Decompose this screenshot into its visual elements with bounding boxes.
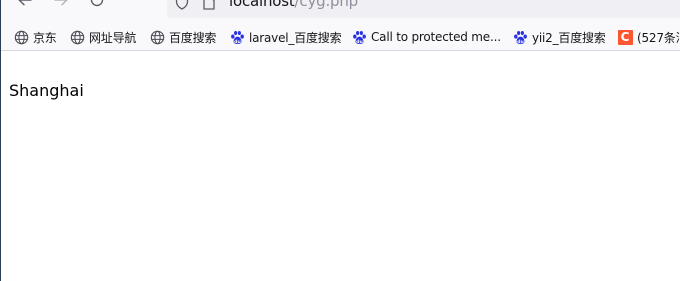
page-text: Shanghai (9, 81, 84, 100)
globe-icon (69, 29, 85, 45)
svg-text:du: du (234, 38, 241, 44)
baidu-paw-icon: du (229, 29, 245, 45)
arrow-right-icon (54, 0, 68, 6)
page-content: Shanghai (0, 51, 680, 281)
reload-icon (90, 0, 104, 7)
url-text[interactable]: localhost/cyg.php (229, 0, 358, 10)
baidu-paw-icon: du (351, 29, 367, 45)
bookmark-baidu-search[interactable]: 百度搜索 (149, 26, 216, 48)
reload-button[interactable] (85, 0, 109, 12)
bookmark-laravel-baidu[interactable]: du laravel_百度搜索 (229, 26, 342, 48)
bookmarks-toolbar: 京东 网址导航 百度搜索 du laravel_百度搜索 du Call to … (0, 24, 680, 51)
svg-text:du: du (517, 38, 524, 44)
bookmark-csdn[interactable]: C (527条消息 (617, 26, 680, 48)
bookmark-hao-navigation[interactable]: 网址导航 (69, 26, 136, 48)
bookmark-label: 百度搜索 (169, 30, 217, 45)
page-info-icon[interactable] (203, 0, 215, 14)
bookmark-label: Call to protected me... (371, 30, 501, 44)
window-edge (0, 0, 1, 281)
bookmark-yii2-baidu[interactable]: du yii2_百度搜索 (512, 26, 606, 48)
browser-window: localhost/cyg.php 京东 网址导航 百度搜索 du larave… (0, 0, 680, 281)
globe-icon (13, 29, 29, 45)
baidu-paw-icon: du (512, 29, 528, 45)
navigation-toolbar: localhost/cyg.php (0, 0, 680, 24)
url-path: /cyg.php (294, 0, 359, 10)
forward-button[interactable] (49, 0, 73, 12)
url-bar[interactable]: localhost/cyg.php (167, 0, 680, 18)
bookmark-jd[interactable]: 京东 (13, 26, 57, 48)
globe-icon (149, 29, 165, 45)
bookmark-label: yii2_百度搜索 (532, 30, 606, 45)
arrow-left-icon (18, 0, 32, 6)
back-button[interactable] (13, 0, 37, 12)
bookmark-label: (527条消息 (637, 30, 680, 45)
bookmark-call-to-protected[interactable]: du Call to protected me... (351, 26, 501, 48)
csdn-icon-letter: C (617, 29, 633, 45)
bookmark-label: laravel_百度搜索 (249, 30, 342, 45)
bookmark-label: 网址导航 (89, 30, 137, 45)
bookmark-label: 京东 (33, 30, 57, 45)
tracking-protection-shield-icon[interactable] (175, 0, 189, 14)
svg-text:du: du (356, 38, 363, 44)
csdn-icon: C (617, 29, 633, 45)
url-host: localhost (229, 0, 295, 10)
